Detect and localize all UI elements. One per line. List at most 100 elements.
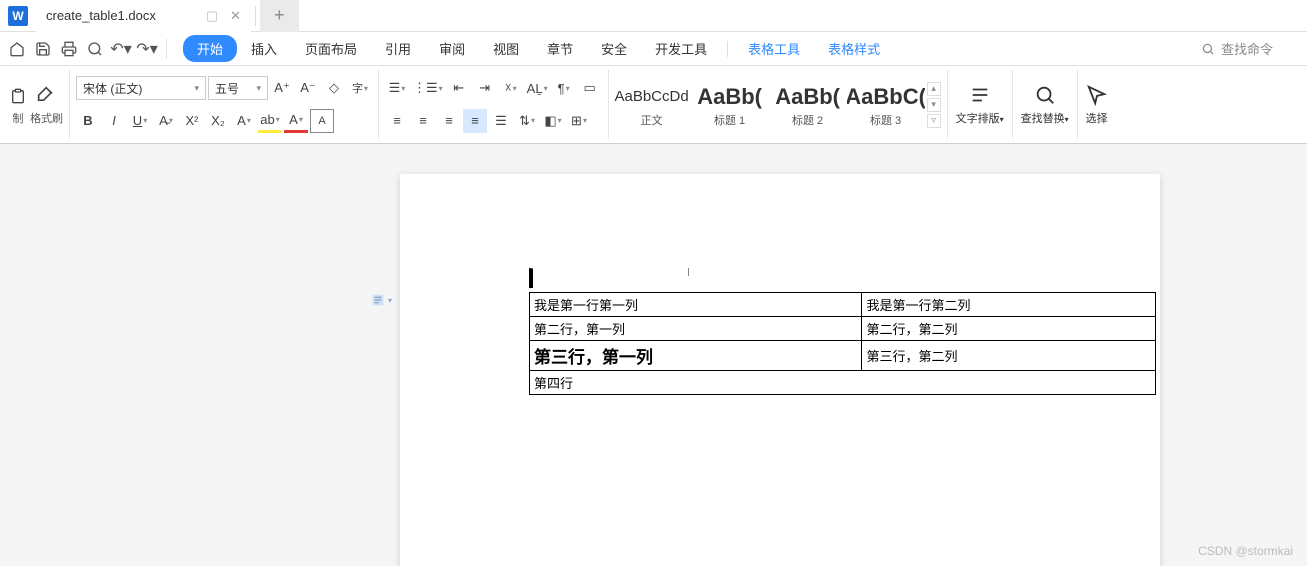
document-canvas[interactable]: ▾ 我是第一行第一列 我是第一行第二列 第二行，第一列 第二行，第二列 第三行，… [0,144,1307,566]
style-normal[interactable]: AaBbCcDd 正文 [613,80,691,130]
line-spacing-icon[interactable]: ⇅▾ [515,109,539,133]
tab-present-icon[interactable]: ▢ [206,8,218,24]
shrink-font-icon[interactable]: A⁻ [296,76,320,100]
new-tab-button[interactable]: + [260,0,299,32]
paste-label: 制 [13,110,24,126]
subscript-button[interactable]: X₂ [206,109,230,133]
section-handle-icon[interactable]: ▾ [370,292,392,308]
numbering-icon[interactable]: ⋮☰▾ [411,76,445,100]
find-icon [1034,84,1056,106]
strike-button[interactable]: A̵▾ [154,109,178,133]
borders-icon[interactable]: ⊞▾ [567,109,591,133]
clipboard-group: 制 格式刷 [0,70,70,139]
preview-icon[interactable] [82,36,108,62]
watermark: CSDN @stormkai [1198,544,1293,558]
indent-icon[interactable]: ⇥ [473,76,497,100]
ruler-tick [688,268,689,276]
italic-button[interactable]: I [102,109,126,133]
search-icon [1201,42,1215,56]
grow-font-icon[interactable]: A⁺ [270,76,294,100]
styles-gallery: AaBbCcDd 正文 AaBb( 标题 1 AaBb( 标题 2 AaBbC(… [609,70,948,139]
ribbon: 制 格式刷 宋体 (正文)▾ 五号▾ A⁺ A⁻ ◇ 字▾ B I U▾ A̵▾… [0,66,1307,144]
format-painter-label: 格式刷 [30,110,63,126]
font-group: 宋体 (正文)▾ 五号▾ A⁺ A⁻ ◇ 字▾ B I U▾ A̵▾ X² X₂… [70,70,379,139]
main-menu: 开始 插入 页面布局 引用 审阅 视图 章节 安全 开发工具 表格工具 表格样式 [183,35,894,62]
table-cell[interactable]: 第四行 [530,371,1156,395]
document-table[interactable]: 我是第一行第一列 我是第一行第二列 第二行，第一列 第二行，第二列 第三行，第一… [529,292,1156,395]
superscript-button[interactable]: X² [180,109,204,133]
menu-tabletools[interactable]: 表格工具 [734,35,814,62]
menu-insert[interactable]: 插入 [237,35,291,62]
save-icon[interactable] [30,36,56,62]
menu-review[interactable]: 审阅 [425,35,479,62]
menu-pagelayout[interactable]: 页面布局 [291,35,371,62]
show-marks-icon[interactable]: ¶▾ [552,76,576,100]
align-center-icon[interactable]: ≡ [411,109,435,133]
table-row[interactable]: 第四行 [530,371,1156,395]
align-justify-icon[interactable]: ≡ [463,109,487,133]
menu-security[interactable]: 安全 [587,35,641,62]
table-cell[interactable]: 第二行，第二列 [862,317,1156,341]
document-tab[interactable]: create_table1.docx ▢ ✕ [36,0,251,32]
menu-devtools[interactable]: 开发工具 [641,35,721,62]
style-heading2[interactable]: AaBb( 标题 2 [769,80,847,130]
paste-icon[interactable] [6,84,30,108]
phonetic-icon[interactable]: 字▾ [348,76,372,100]
menu-chapter[interactable]: 章节 [533,35,587,62]
menu-references[interactable]: 引用 [371,35,425,62]
toolbox-icon[interactable]: ▭ [578,76,602,100]
bold-button[interactable]: B [76,109,100,133]
distribute-icon[interactable]: ☰ [489,109,513,133]
redo-icon[interactable]: ↷▾ [134,36,160,62]
search-box[interactable]: 查找命令 [1201,39,1303,58]
font-name-select[interactable]: 宋体 (正文)▾ [76,76,206,100]
table-cell[interactable]: 第三行，第一列 [530,341,862,371]
menu-separator [727,41,728,57]
highlight-icon[interactable]: ab▾ [258,109,282,133]
title-bar: W create_table1.docx ▢ ✕ + [0,0,1307,32]
undo-icon[interactable]: ↶▾ [108,36,134,62]
table-row[interactable]: 第二行，第一列 第二行，第二列 [530,317,1156,341]
home-icon[interactable] [4,36,30,62]
outdent-icon[interactable]: ⇤ [447,76,471,100]
table-cell[interactable]: 我是第一行第二列 [862,293,1156,317]
style-heading1[interactable]: AaBb( 标题 1 [691,80,769,130]
underline-button[interactable]: U▾ [128,109,152,133]
table-cell[interactable]: 我是第一行第一列 [530,293,862,317]
tab-title: create_table1.docx [46,8,156,23]
table-cell[interactable]: 第二行，第一列 [530,317,862,341]
print-icon[interactable] [56,36,82,62]
font-color-icon[interactable]: A▾ [284,109,308,133]
table-row[interactable]: 我是第一行第一列 我是第一行第二列 [530,293,1156,317]
quick-access-bar: ↶▾ ↷▾ 开始 插入 页面布局 引用 审阅 视图 章节 安全 开发工具 表格工… [0,32,1307,66]
tab-separator [255,6,256,26]
ltr-icon[interactable]: AḺ▾ [525,76,550,100]
separator [166,39,167,59]
sort-icon[interactable]: ☓▾ [499,76,523,100]
font-size-select[interactable]: 五号▾ [208,76,268,100]
align-left-icon[interactable]: ≡ [385,109,409,133]
menu-tablestyle[interactable]: 表格样式 [814,35,894,62]
style-scroll[interactable]: ▴▾▿ [925,82,943,128]
format-painter-icon[interactable] [35,84,59,108]
page: 我是第一行第一列 我是第一行第二列 第二行，第一列 第二行，第二列 第三行，第一… [400,174,1160,566]
cursor-icon [1086,84,1108,106]
style-heading3[interactable]: AaBbC( 标题 3 [847,80,925,130]
bullets-icon[interactable]: ☰▾ [385,76,409,100]
table-row[interactable]: 第三行，第一列 第三行，第二列 [530,341,1156,371]
select-button[interactable]: 选择 [1078,70,1116,139]
char-border-icon[interactable]: A [310,109,334,133]
menu-view[interactable]: 视图 [479,35,533,62]
shading-icon[interactable]: ◧▾ [541,109,565,133]
app-icon: W [8,6,28,26]
paragraph-group: ☰▾ ⋮☰▾ ⇤ ⇥ ☓▾ AḺ▾ ¶▾ ▭ ≡ ≡ ≡ ≡ ☰ ⇅▾ ◧▾ ⊞… [379,70,609,139]
text-cursor [529,268,533,288]
typography-button[interactable]: 文字排版▾ [948,70,1013,139]
table-cell[interactable]: 第三行，第二列 [862,341,1156,371]
text-effects-icon[interactable]: A▾ [232,109,256,133]
clear-format-icon[interactable]: ◇ [322,76,346,100]
tab-close-icon[interactable]: ✕ [230,8,241,24]
menu-start[interactable]: 开始 [183,35,237,62]
align-right-icon[interactable]: ≡ [437,109,461,133]
find-replace-button[interactable]: 查找替换▾ [1013,70,1078,139]
